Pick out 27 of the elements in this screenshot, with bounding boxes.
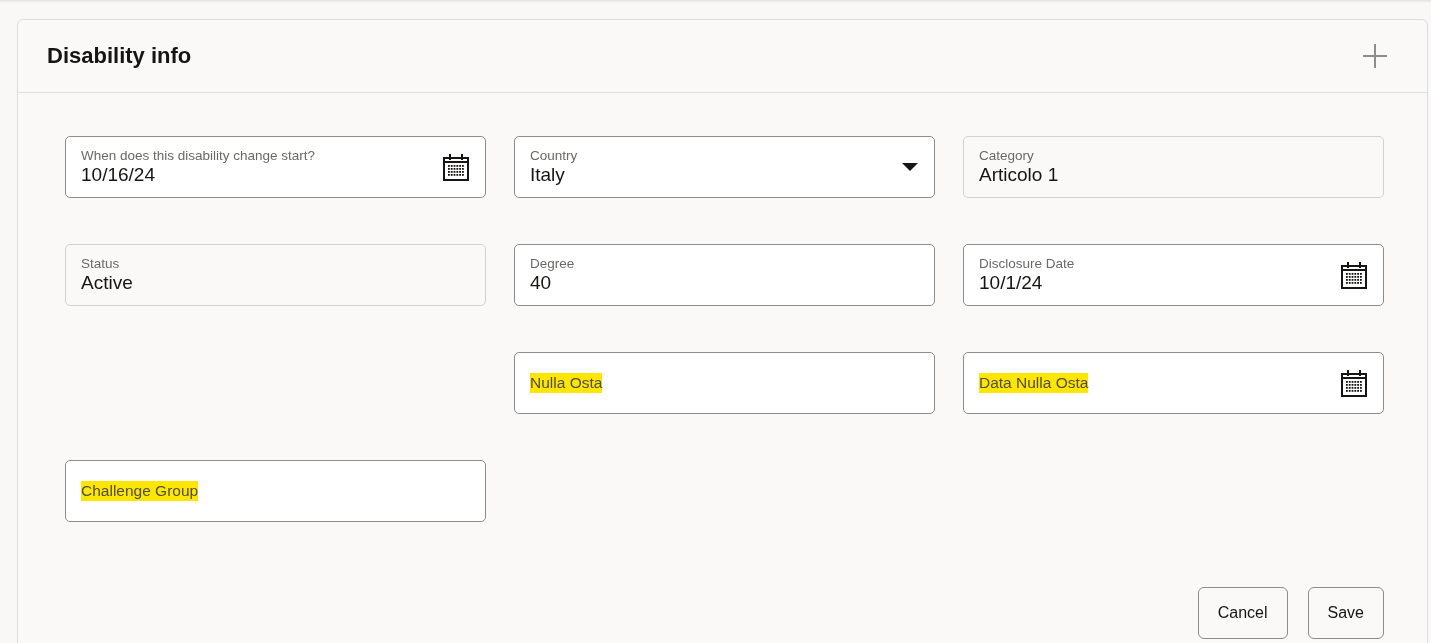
card-title: Disability info bbox=[47, 43, 192, 69]
field-value: Italy bbox=[530, 164, 565, 186]
text-field[interactable]: Challenge Group bbox=[65, 460, 486, 522]
plus-icon bbox=[1363, 44, 1387, 68]
dropdown-field[interactable]: Country Italy bbox=[514, 136, 935, 198]
field-label: Status bbox=[81, 256, 120, 272]
field-value: 10/1/24 bbox=[979, 272, 1043, 294]
field-value: Active bbox=[81, 272, 133, 294]
field-label: When does this disability change start? bbox=[81, 148, 316, 164]
field-label: Disclosure Date bbox=[979, 256, 1075, 272]
cancel-button[interactable]: Cancel bbox=[1197, 587, 1288, 639]
field-value: 10/16/24 bbox=[81, 164, 155, 186]
add-button[interactable] bbox=[1361, 42, 1389, 70]
caret-icon[interactable] bbox=[902, 163, 918, 171]
calendar-icon[interactable] bbox=[443, 153, 469, 181]
save-button[interactable]: Save bbox=[1307, 587, 1384, 639]
calendar-icon[interactable] bbox=[1341, 261, 1367, 289]
date-field[interactable]: Disclosure Date 10/1/24 bbox=[963, 244, 1384, 306]
field-label: Degree bbox=[530, 256, 575, 272]
field-label: Country bbox=[530, 148, 578, 164]
date-field[interactable]: When does this disability change start? 10/16/24 bbox=[65, 136, 486, 198]
field-label: Category bbox=[979, 148, 1034, 164]
field-label: Challenge Group bbox=[81, 481, 199, 501]
calendar-icon[interactable] bbox=[1341, 369, 1367, 397]
text-field[interactable]: Degree 40 bbox=[514, 244, 935, 306]
field-value: Articolo 1 bbox=[979, 164, 1059, 186]
field-value: 40 bbox=[530, 272, 552, 294]
